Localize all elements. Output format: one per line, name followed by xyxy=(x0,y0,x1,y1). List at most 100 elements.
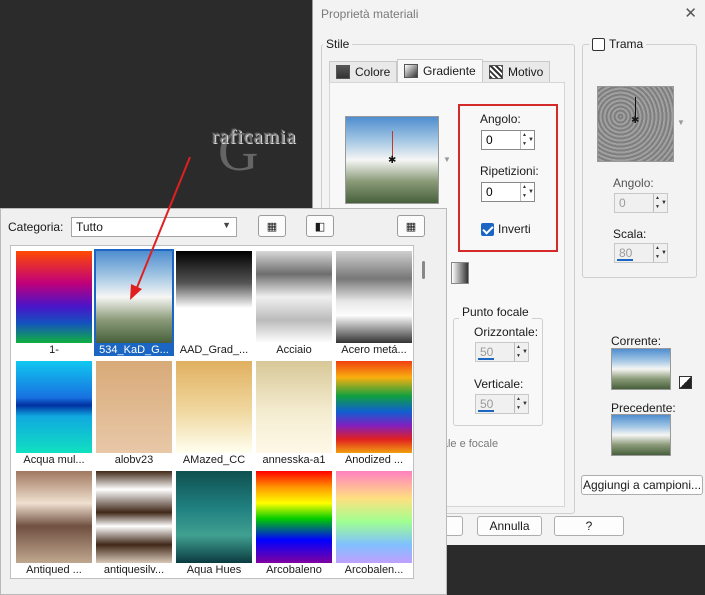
preset-swatch xyxy=(16,361,92,453)
preset-item[interactable]: alobv23 xyxy=(94,358,174,468)
punto-focale-label: Punto focale xyxy=(459,305,532,319)
orizzontale-progress xyxy=(478,358,494,360)
preset-name: Acciaio xyxy=(276,344,312,356)
preset-item[interactable]: Anodized ... xyxy=(334,358,413,468)
preset-item[interactable]: Acqua mul... xyxy=(14,358,94,468)
preset-name: AMazed_CC xyxy=(182,454,246,466)
preset-swatch xyxy=(256,251,332,343)
categoria-value: Tutto xyxy=(76,220,103,234)
orizzontale-spinner[interactable]: ▲▼ ▼ xyxy=(475,342,529,362)
aggiungi-a-campioni-button[interactable]: Aggiungi a campioni... xyxy=(581,475,703,495)
preset-item[interactable]: antiquesilv... xyxy=(94,468,174,578)
preset-item[interactable]: Arcobaleno xyxy=(254,468,334,578)
current-material-swatch[interactable] xyxy=(611,348,671,390)
orizzontale-label: Orizzontale: xyxy=(474,325,539,339)
trama-angolo-label: Angolo: xyxy=(613,176,654,190)
angolo-spinner[interactable]: ▲▼ ▼ xyxy=(481,130,535,150)
help-button[interactable]: ? xyxy=(554,516,624,536)
stile-label: Stile xyxy=(323,37,353,51)
preset-swatch xyxy=(256,471,332,563)
tab-colore-label: Colore xyxy=(355,65,391,79)
trama-angolo-arrows[interactable]: ▲ ▼ xyxy=(653,194,661,212)
annulla-button[interactable]: Annulla xyxy=(477,516,542,536)
preset-item[interactable]: Acero metá... xyxy=(334,248,413,358)
verticale-label: Verticale: xyxy=(474,377,524,391)
trama-checkbox-row[interactable]: Trama xyxy=(589,37,647,51)
preset-swatch xyxy=(336,471,412,563)
angolo-arrows[interactable]: ▲ ▼ xyxy=(520,131,528,149)
close-icon[interactable]: ✕ xyxy=(684,4,697,22)
chevron-down-icon: ▼ xyxy=(222,220,231,230)
watermark-text: raficamia xyxy=(212,126,297,148)
preset-name: Arcobalen... xyxy=(344,564,404,576)
inverti-label: Inverti xyxy=(498,222,531,236)
ripetizioni-arrows[interactable]: ▲ ▼ xyxy=(520,183,528,201)
chevron-down-icon[interactable]: ▼ xyxy=(661,244,667,262)
preset-item[interactable]: annesska-a1 xyxy=(254,358,334,468)
trama-angolo-input[interactable] xyxy=(615,194,653,212)
view-options-icon: ▦ xyxy=(405,220,417,233)
preset-grid: 1- 534_KaD_G... AAD_Grad_... Acciaio Acero m… xyxy=(10,245,414,579)
preset-name: Antiqued ... xyxy=(26,564,82,576)
preset-name: Anodized ... xyxy=(344,454,404,466)
ripetizioni-input[interactable] xyxy=(482,183,520,201)
preset-name: 534_KaD_G... xyxy=(94,344,174,356)
orizzontale-arrows[interactable]: ▲ ▼ xyxy=(514,343,522,361)
save-preset-icon: ◧ xyxy=(314,220,326,233)
inverti-checkbox-row[interactable]: Inverti xyxy=(481,222,531,236)
gradient-preview[interactable]: ✱ xyxy=(345,116,439,204)
preset-swatch xyxy=(256,361,332,453)
chevron-down-icon[interactable]: ▼ xyxy=(522,395,528,413)
preset-swatch xyxy=(176,471,252,563)
preview-dropdown-icon[interactable]: ▼ xyxy=(443,155,451,164)
preset-item[interactable]: Acciaio xyxy=(254,248,334,358)
trama-label: Trama xyxy=(609,37,644,51)
preset-item[interactable]: AAD_Grad_... xyxy=(174,248,254,358)
preset-name: annesska-a1 xyxy=(262,454,326,466)
gradient-editor-swatch[interactable] xyxy=(451,262,469,284)
previous-material-swatch[interactable] xyxy=(611,414,671,456)
preset-list-button[interactable]: ▦ xyxy=(258,215,286,237)
preset-item[interactable]: Aqua Hues xyxy=(174,468,254,578)
preset-swatch xyxy=(16,251,92,343)
view-options-button[interactable]: ▦ xyxy=(397,215,425,237)
pattern-icon xyxy=(489,65,503,79)
preset-list-icon: ▦ xyxy=(266,220,278,233)
grid-scrollbar[interactable] xyxy=(422,261,425,279)
preset-name: AAD_Grad_... xyxy=(179,344,249,356)
tab-colore[interactable]: Colore xyxy=(329,61,398,83)
preset-swatch xyxy=(16,471,92,563)
chevron-down-icon[interactable]: ▼ xyxy=(528,131,534,149)
preset-name: antiquesilv... xyxy=(103,564,165,576)
scala-spinner[interactable]: ▲▼ ▼ xyxy=(614,243,668,263)
trama-angolo-spinner[interactable]: ▲▼ ▼ xyxy=(614,193,668,213)
chevron-down-icon[interactable]: ▼ xyxy=(522,343,528,361)
preset-swatch xyxy=(96,471,172,563)
tab-gradiente[interactable]: Gradiente xyxy=(397,59,483,83)
chevron-down-icon[interactable]: ▼ xyxy=(661,194,667,212)
swap-colors-icon[interactable] xyxy=(679,376,692,389)
preset-item[interactable]: AMazed_CC xyxy=(174,358,254,468)
verticale-arrows[interactable]: ▲ ▼ xyxy=(514,395,522,413)
scala-progress xyxy=(617,259,633,261)
preset-item[interactable]: 1- xyxy=(14,248,94,358)
preset-name: Acero metá... xyxy=(341,344,407,356)
preset-name: 1- xyxy=(49,344,59,356)
preset-item[interactable]: 534_KaD_G... xyxy=(94,248,174,358)
angolo-input[interactable] xyxy=(482,131,520,149)
chevron-down-icon[interactable]: ▼ xyxy=(528,183,534,201)
preset-item[interactable]: Arcobalen... xyxy=(334,468,413,578)
trama-checkbox[interactable] xyxy=(592,37,605,51)
categoria-select[interactable]: Tutto ▼ xyxy=(71,217,237,237)
texture-preview[interactable]: ✱ xyxy=(597,86,674,162)
center-point-icon: ✱ xyxy=(388,155,397,166)
save-preset-button[interactable]: ◧ xyxy=(306,215,334,237)
texture-dropdown-icon[interactable]: ▼ xyxy=(677,118,685,127)
verticale-spinner[interactable]: ▲▼ ▼ xyxy=(475,394,529,414)
tab-motivo-label: Motivo xyxy=(508,65,544,79)
scala-arrows[interactable]: ▲ ▼ xyxy=(653,244,661,262)
preset-item[interactable]: Antiqued ... xyxy=(14,468,94,578)
tab-motivo[interactable]: Motivo xyxy=(482,61,551,83)
inverti-checkbox[interactable] xyxy=(481,222,494,236)
ripetizioni-spinner[interactable]: ▲▼ ▼ xyxy=(481,182,535,202)
